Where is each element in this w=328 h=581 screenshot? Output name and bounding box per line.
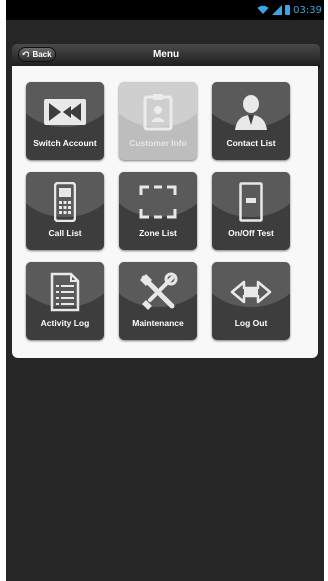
menu-grid: Switch Account Customer Info Contact Lis… xyxy=(26,82,290,340)
wifi-icon xyxy=(257,5,269,14)
id-badge-icon xyxy=(143,94,173,131)
tile-label: Log Out xyxy=(234,318,268,328)
document-icon xyxy=(50,272,80,312)
on-off-test-button[interactable]: On/Off Test xyxy=(212,172,290,250)
tile-label: Call List xyxy=(48,228,82,238)
tile-label: On/Off Test xyxy=(228,228,274,238)
log-out-button[interactable]: Log Out xyxy=(212,262,290,340)
maintenance-button[interactable]: Maintenance xyxy=(119,262,197,340)
page-title: Menu xyxy=(152,49,180,60)
customer-info-button[interactable]: Customer Info xyxy=(119,82,197,160)
contact-list-button[interactable]: Contact List xyxy=(212,82,290,160)
tile-label: Maintenance xyxy=(132,318,184,328)
tile-label: Switch Account xyxy=(33,138,97,148)
tile-label: Customer Info xyxy=(129,138,187,148)
battery-icon xyxy=(285,5,291,15)
phone-icon xyxy=(54,182,76,222)
tile-label: Contact List xyxy=(226,138,276,148)
switch-arrows-icon xyxy=(44,99,86,125)
zone-list-button[interactable]: Zone List xyxy=(119,172,197,250)
activity-log-button[interactable]: Activity Log xyxy=(26,262,104,340)
logout-arrows-icon xyxy=(230,280,272,304)
tile-label: Zone List xyxy=(139,228,177,238)
clock: 03:39 xyxy=(293,4,322,16)
menu-header: Back Menu xyxy=(12,44,320,66)
signal-icon xyxy=(272,5,283,15)
person-icon xyxy=(235,95,267,130)
tile-label: Activity Log xyxy=(40,318,90,328)
tools-icon xyxy=(140,272,178,310)
switch-toggle-icon xyxy=(239,182,263,222)
menu-panel: Switch Account Customer Info Contact Lis… xyxy=(12,66,318,358)
status-bar: 03:39 xyxy=(6,0,324,20)
status-icons: 03:39 xyxy=(257,3,322,17)
switch-account-button[interactable]: Switch Account xyxy=(26,82,104,160)
zone-bracket-icon xyxy=(139,185,177,219)
call-list-button[interactable]: Call List xyxy=(26,172,104,250)
